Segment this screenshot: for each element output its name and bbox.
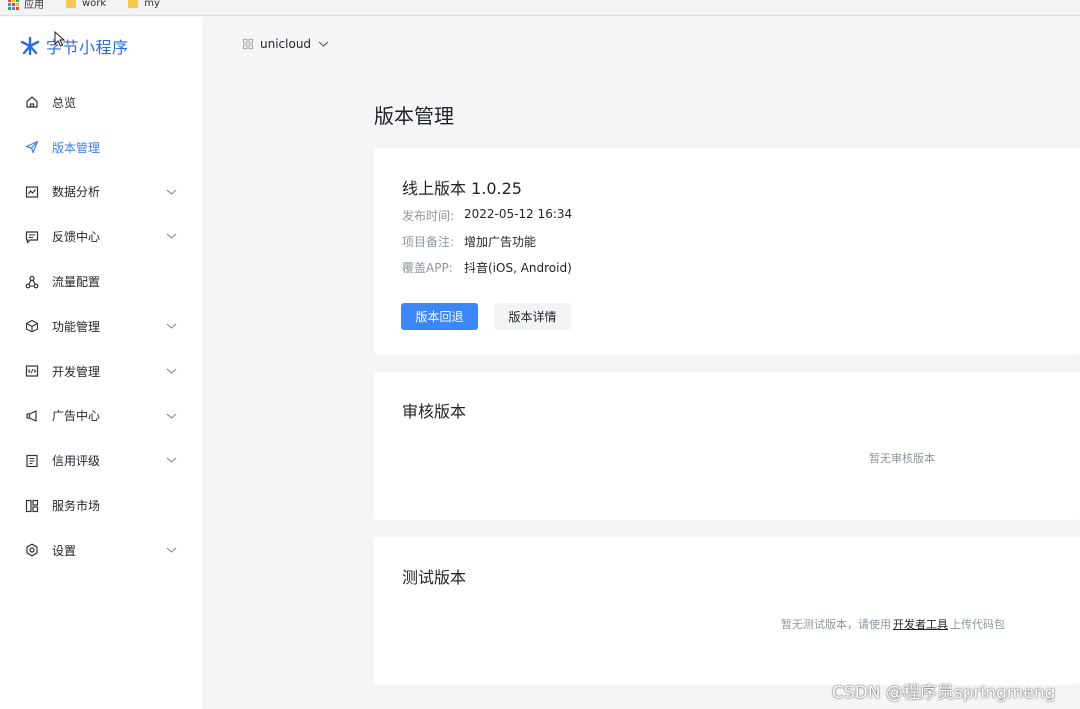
release-time-key: 发布时间: [402,209,455,223]
chart-icon [25,185,39,199]
chevron-down-icon[interactable] [166,412,177,420]
review-version-title: 审核版本 [402,402,467,421]
bookmark-apps[interactable]: 应用 [8,0,44,11]
sidebar-item-label: 服务市场 [52,499,101,514]
flow-icon [25,275,39,289]
message-icon [25,230,39,244]
covered-app-row: 覆盖APP: 抖音(iOS, Android) [402,259,572,276]
credit-icon [25,454,39,468]
app-grid-icon [243,39,253,49]
test-empty-prefix: 暂无测试版本，请使用 [781,618,891,631]
developer-tools-link[interactable]: 开发者工具 [893,618,948,631]
cube-icon [25,319,39,333]
app-selector[interactable]: unicloud [243,37,329,51]
bookmark-my[interactable]: my [128,0,160,9]
chevron-down-icon[interactable] [166,546,177,554]
sidebar-nav: 总览 版本管理 数据分析 反馈中心 流量配置 功能管理 开发管理 广告中心 信用… [0,80,202,573]
sidebar-item-label: 反馈中心 [52,230,101,245]
project-note-row: 项目备注: 增加广告功能 [402,233,536,250]
home-icon [25,95,39,109]
sidebar-item-data-analysis[interactable]: 数据分析 [0,170,202,215]
sidebar-item-label: 开发管理 [52,364,101,379]
app-selector-label: unicloud [260,37,312,51]
test-empty-suffix: 上传代码包 [950,618,1005,631]
chevron-down-icon[interactable] [166,456,177,464]
mouse-cursor-icon [54,31,66,47]
version-rollback-button[interactable]: 版本回退 [401,303,478,330]
bookmark-label: 应用 [24,0,44,11]
release-time-value: 2022-05-12 16:34 [464,207,573,221]
sidebar-item-label: 数据分析 [52,185,101,200]
version-detail-button[interactable]: 版本详情 [494,303,571,330]
sidebar-item-label: 功能管理 [52,319,101,334]
chevron-down-icon[interactable] [166,367,177,375]
grid-icon [25,499,39,513]
folder-icon [128,0,139,8]
sidebar-item-label: 版本管理 [52,140,101,155]
folder-icon [66,0,76,8]
send-icon [25,140,39,154]
sidebar-item-label: 信用评级 [52,454,101,469]
sidebar-item-label: 总览 [52,95,77,110]
online-version-title: 线上版本 1.0.25 [402,179,522,198]
sidebar-item-feature-management[interactable]: 功能管理 [0,304,202,349]
sidebar-item-ad-center[interactable]: 广告中心 [0,394,202,439]
review-version-card: 审核版本 暂无审核版本 [374,372,1080,520]
chevron-down-icon[interactable] [166,322,177,330]
project-note-key: 项目备注: [402,235,455,249]
bookmark-work[interactable]: work [66,0,106,9]
sidebar-item-feedback[interactable]: 反馈中心 [0,214,202,259]
covered-app-value: 抖音(iOS, Android) [464,261,572,275]
chevron-down-icon[interactable] [166,188,177,196]
settings-icon [25,543,39,557]
sidebar-item-dev-management[interactable]: 开发管理 [0,349,202,394]
watermark: CSDN @程序员springmeng [832,683,1056,703]
chevron-down-icon [318,41,329,47]
release-time-row: 发布时间: 2022-05-12 16:34 [402,207,572,224]
brand-logo[interactable]: 字节小程序 [20,34,129,58]
bookmarks-bar: 应用 work my [0,0,1080,16]
review-empty-text: 暂无审核版本 [869,452,935,465]
sidebar-item-traffic-config[interactable]: 流量配置 [0,259,202,304]
sidebar-item-version-management[interactable]: 版本管理 [0,125,202,170]
sidebar-item-label: 流量配置 [52,275,101,290]
sidebar-item-label: 广告中心 [52,409,101,424]
bookmark-label: work [82,0,107,9]
sidebar: 字节小程序 总览 版本管理 数据分析 反馈中心 流量配置 功能管理 开发管理 广… [0,17,202,709]
sidebar-item-label: 设置 [52,543,77,558]
code-icon [25,364,39,378]
test-version-card: 测试版本 暂无测试版本，请使用 开发者工具 上传代码包 [374,537,1080,685]
chevron-down-icon[interactable] [166,232,177,240]
sidebar-item-overview[interactable]: 总览 [0,80,202,125]
page-title: 版本管理 [374,104,454,128]
covered-app-key: 覆盖APP: [402,261,453,275]
bytedance-star-icon [20,37,40,55]
sidebar-item-settings[interactable]: 设置 [0,528,202,573]
test-empty-text: 暂无测试版本，请使用 开发者工具 上传代码包 [781,616,1005,632]
project-note-value: 增加广告功能 [464,235,537,249]
megaphone-icon [25,409,39,423]
test-version-title: 测试版本 [402,568,467,587]
online-version-card: 线上版本 1.0.25 发布时间: 2022-05-12 16:34 项目备注:… [374,148,1080,355]
bookmark-label: my [144,0,160,9]
sidebar-item-service-market[interactable]: 服务市场 [0,483,202,528]
apps-grid-icon [8,0,19,10]
sidebar-item-credit-rating[interactable]: 信用评级 [0,438,202,483]
